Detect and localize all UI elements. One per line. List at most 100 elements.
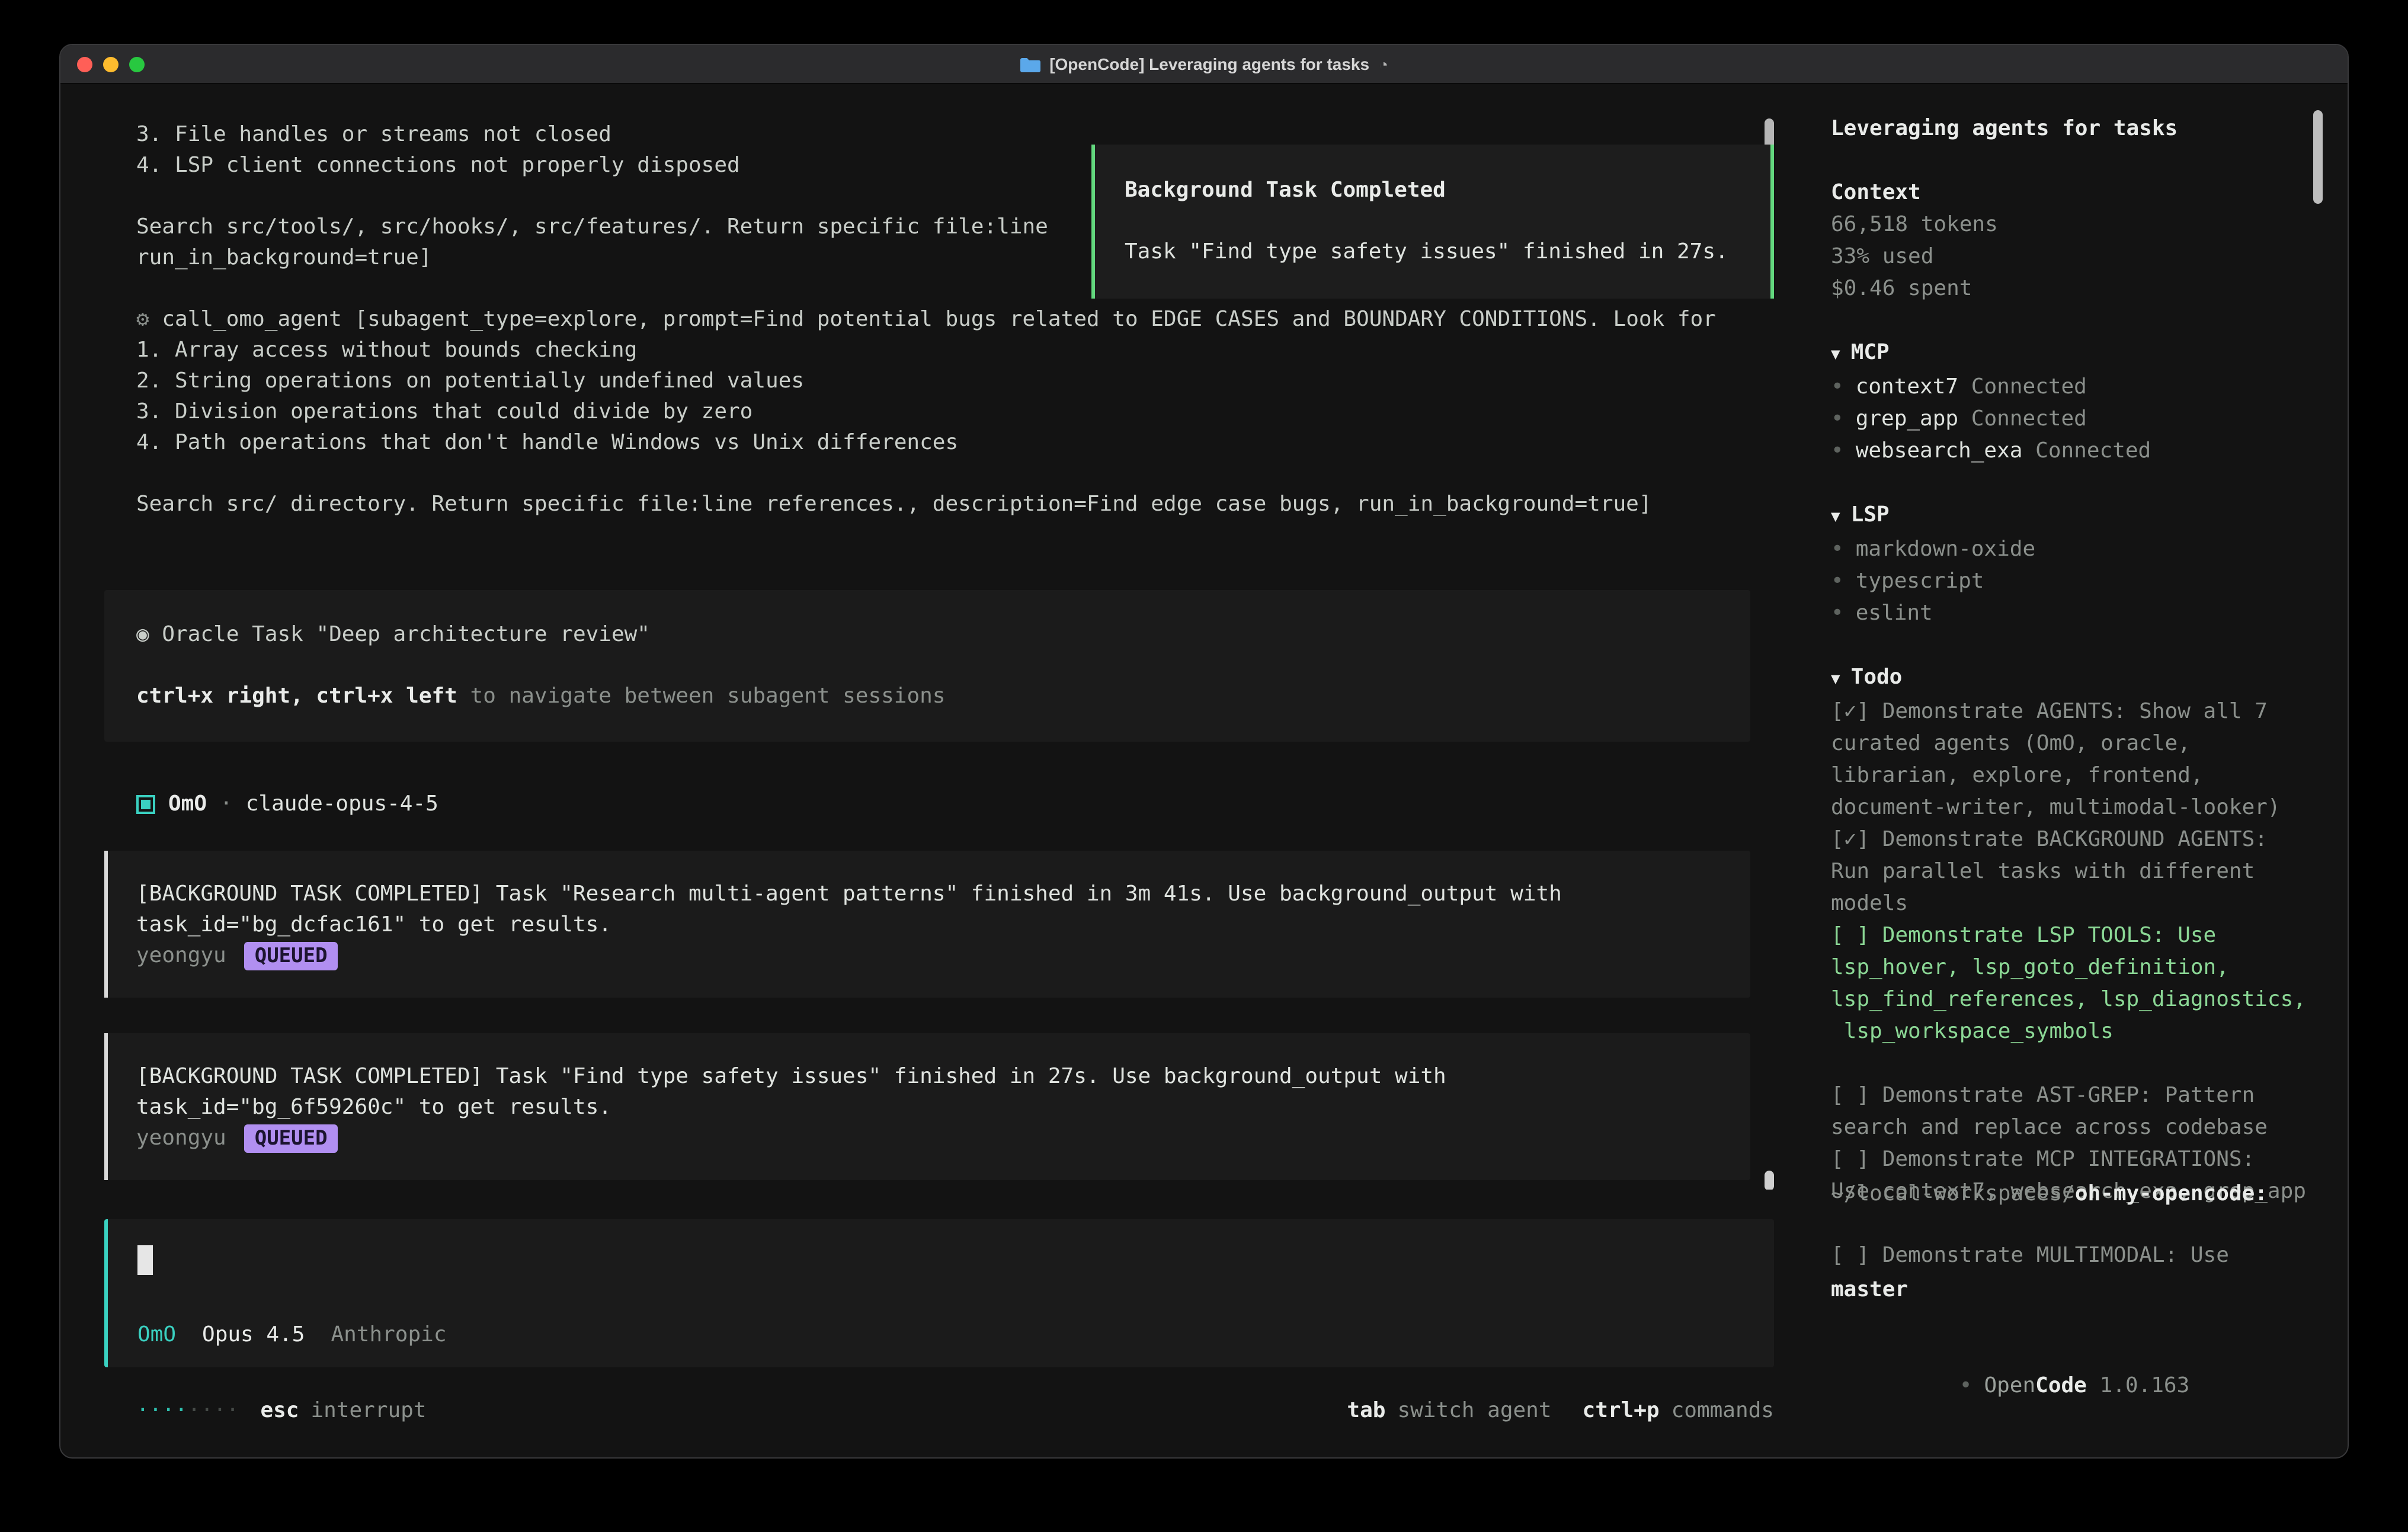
minimize-button[interactable] — [103, 56, 119, 72]
mcp-name: context7 — [1856, 374, 1958, 399]
window-title: [OpenCode] Leveraging agents for tasks ◔ — [60, 55, 2348, 73]
spinner-dots-dim: ···· — [188, 1396, 239, 1427]
tool-call-tail: Search src/ directory. Return specific f… — [60, 489, 1806, 520]
background-task-message[interactable]: [BACKGROUND TASK COMPLETED] Task "Find t… — [104, 1033, 1750, 1180]
lsp-item: •typescript — [1831, 565, 2319, 597]
lsp-heading-label: LSP — [1851, 502, 1890, 527]
workspace-path: ~/local-workspaces/oh-my-opencode: maste… — [1831, 1114, 2268, 1370]
app-window: [OpenCode] Leveraging agents for tasks ◔… — [59, 44, 2349, 1459]
background-task-toast: Background Task Completed Task "Find typ… — [1091, 145, 1774, 299]
message-line: task_id="bg_dcfac161" to get results. — [136, 910, 1722, 941]
bullet-icon: • — [1831, 601, 1844, 626]
chevron-down-icon: ▼ — [1831, 508, 1840, 526]
blank-line — [1831, 145, 2319, 177]
input-meta: OmO Opus 4.5 Anthropic — [137, 1320, 1744, 1351]
tool-call-item: 3. Division operations that could divide… — [60, 397, 1806, 428]
spinner-dots-active: ···· — [136, 1396, 188, 1427]
agent-name: OmO — [168, 789, 207, 820]
bullet-icon: • — [1831, 374, 1844, 399]
background-task-message[interactable]: [BACKGROUND TASK COMPLETED] Task "Resear… — [104, 851, 1750, 998]
toast-title: Background Task Completed — [1125, 175, 1741, 206]
prompt-input[interactable]: OmO Opus 4.5 Anthropic — [104, 1219, 1774, 1367]
tool-call-text: call_omo_agent [subagent_type=explore, p… — [162, 307, 1716, 332]
zoom-button[interactable] — [129, 56, 145, 72]
scrollbar-thumb[interactable] — [2313, 110, 2323, 204]
commands-key-hint: ctrl+p — [1583, 1396, 1660, 1427]
mcp-status: Connected — [1971, 374, 2087, 399]
mcp-heading-label: MCP — [1851, 340, 1890, 365]
esc-label: interrupt — [310, 1396, 426, 1427]
tab-label: switch agent — [1397, 1396, 1551, 1427]
esc-key-hint: esc — [260, 1396, 299, 1427]
titlebar[interactable]: [OpenCode] Leveraging agents for tasks ◔ — [60, 45, 2348, 84]
session-timer-icon: ◔ — [1379, 55, 1388, 73]
workspace-path-line: ~/local-workspaces/oh-my-opencode: — [1831, 1178, 2268, 1210]
window-title-text: [OpenCode] Leveraging agents for tasks — [1049, 55, 1369, 73]
tool-call-line: ⚙ call_omo_agent [subagent_type=explore,… — [60, 305, 1806, 335]
hint-keys: ctrl+x right, ctrl+x left — [136, 684, 457, 709]
lsp-item: • markdown-oxide — [1831, 533, 2319, 565]
folder-icon — [1020, 56, 1040, 72]
blank-line — [1831, 305, 2319, 336]
blank-line — [136, 650, 1718, 681]
app-name-dim: Open — [1984, 1373, 2035, 1398]
oracle-task-title: Oracle Task "Deep architecture review" — [162, 622, 650, 647]
commands-label: commands — [1671, 1396, 1774, 1427]
tool-call-item: 2. String operations on potentially unde… — [60, 366, 1806, 397]
provider-label: Anthropic — [331, 1320, 446, 1351]
lsp-section-heading[interactable]: ▼ LSP — [1831, 499, 2319, 533]
blank-line — [60, 459, 1806, 489]
mcp-status: Connected — [2035, 438, 2151, 463]
mcp-name: websearch_exa — [1856, 438, 2023, 463]
mcp-name: grep_app — [1856, 406, 1958, 431]
todo-section-heading[interactable]: ▼ Todo — [1831, 661, 2319, 696]
navigation-hint: ctrl+x right, ctrl+x left to navigate be… — [136, 681, 1718, 712]
chat-main: 3. File handles or streams not closed 4.… — [60, 84, 1806, 1459]
bullet-icon: • — [1831, 537, 1844, 562]
agent-model: claude-opus-4-5 — [246, 789, 438, 820]
lsp-name: markdown-oxide — [1856, 537, 2035, 562]
message-line: [BACKGROUND TASK COMPLETED] Task "Resear… — [136, 879, 1722, 910]
path-prefix: ~/local-workspaces/ — [1831, 1181, 2075, 1206]
blank-line — [1831, 629, 2319, 661]
context-used: 33% used — [1831, 241, 2319, 273]
app-version: 1.0.163 — [2100, 1373, 2190, 1398]
close-button[interactable] — [77, 56, 92, 72]
mcp-status: Connected — [1971, 406, 2087, 431]
gear-icon: ⚙ — [136, 307, 149, 332]
message-line: task_id="bg_6f59260c" to get results. — [136, 1092, 1722, 1123]
todo-heading-label: Todo — [1851, 665, 1903, 690]
blank-line — [1831, 467, 2319, 499]
context-tokens: 66,518 tokens — [1831, 209, 2319, 241]
message-user: yeongyu — [136, 1123, 226, 1154]
mcp-item: • context7 Connected — [1831, 371, 2319, 403]
tab-key-hint: tab — [1347, 1396, 1385, 1427]
conversation-scroll-area[interactable]: 3. File handles or streams not closed 4.… — [60, 84, 1806, 1190]
mcp-section-heading[interactable]: ▼ MCP — [1831, 336, 2319, 371]
bullet-icon: • — [1831, 438, 1844, 463]
chevron-down-icon: ▼ — [1831, 671, 1840, 688]
todo-item: [✓] Demonstrate BACKGROUND AGENTS: Run p… — [1831, 823, 2319, 919]
oracle-task-panel[interactable]: ◉ Oracle Task "Deep architecture review"… — [104, 590, 1750, 742]
app-version-footer: •OpenCode 1.0.163 — [1831, 1338, 2189, 1434]
mcp-item: •grep_app Connected — [1831, 403, 2319, 435]
todo-item: [ ] Demonstrate LSP TOOLS: Use lsp_hover… — [1831, 919, 2319, 1047]
session-title: Leveraging agents for tasks — [1831, 113, 2319, 145]
tool-call-item: 4. Path operations that don't handle Win… — [60, 428, 1806, 459]
mcp-item: • websearch_exa Connected — [1831, 435, 2319, 467]
separator-dot: · — [220, 789, 233, 820]
lsp-item: •eslint — [1831, 597, 2319, 629]
status-badge: QUEUED — [244, 942, 338, 970]
traffic-lights — [60, 56, 145, 72]
todo-item: [✓] Demonstrate AGENTS: Show all 7 curat… — [1831, 696, 2319, 823]
space — [2087, 1373, 2100, 1398]
scrollbar-thumb[interactable] — [1765, 1171, 1774, 1190]
active-agent-label[interactable]: OmO — [137, 1320, 176, 1351]
chevron-down-icon: ▼ — [1831, 346, 1840, 364]
bullet-icon: • — [1959, 1373, 1972, 1398]
context-spent: $0.46 spent — [1831, 273, 2319, 305]
oracle-task-title-line: ◉ Oracle Task "Deep architecture review" — [136, 620, 1718, 650]
model-label: Opus 4.5 — [202, 1320, 305, 1351]
agent-square-icon — [136, 795, 155, 814]
session-sidebar[interactable]: Leveraging agents for tasks Context 66,5… — [1806, 84, 2348, 1459]
